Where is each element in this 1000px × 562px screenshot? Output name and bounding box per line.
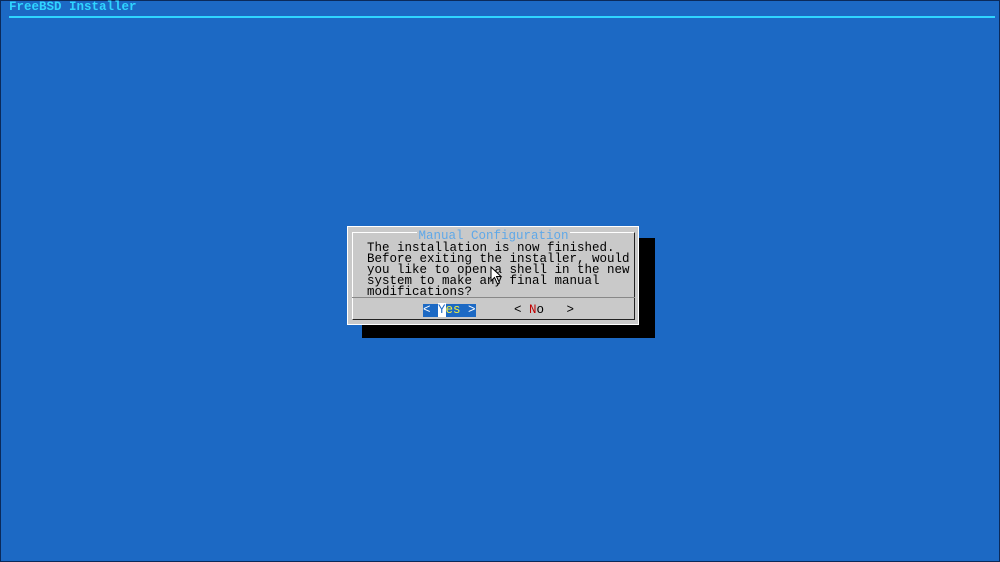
no-label: o [536, 303, 552, 317]
yes-hotkey: Y [438, 303, 446, 317]
button-separator [352, 297, 635, 298]
no-button[interactable]: < No > [514, 304, 574, 317]
no-bracket-right: > [551, 303, 575, 317]
no-hotkey: N [529, 303, 537, 317]
yes-label: es [445, 303, 461, 317]
title-divider [9, 16, 995, 18]
app-title: FreeBSD Installer [9, 0, 137, 14]
yes-bracket-left: < [423, 303, 439, 317]
mouse-pointer-icon [490, 266, 503, 285]
yes-button[interactable]: < Yes > [423, 303, 476, 317]
no-bracket-left: < [514, 303, 530, 317]
yes-bracket-right: > [460, 303, 476, 317]
